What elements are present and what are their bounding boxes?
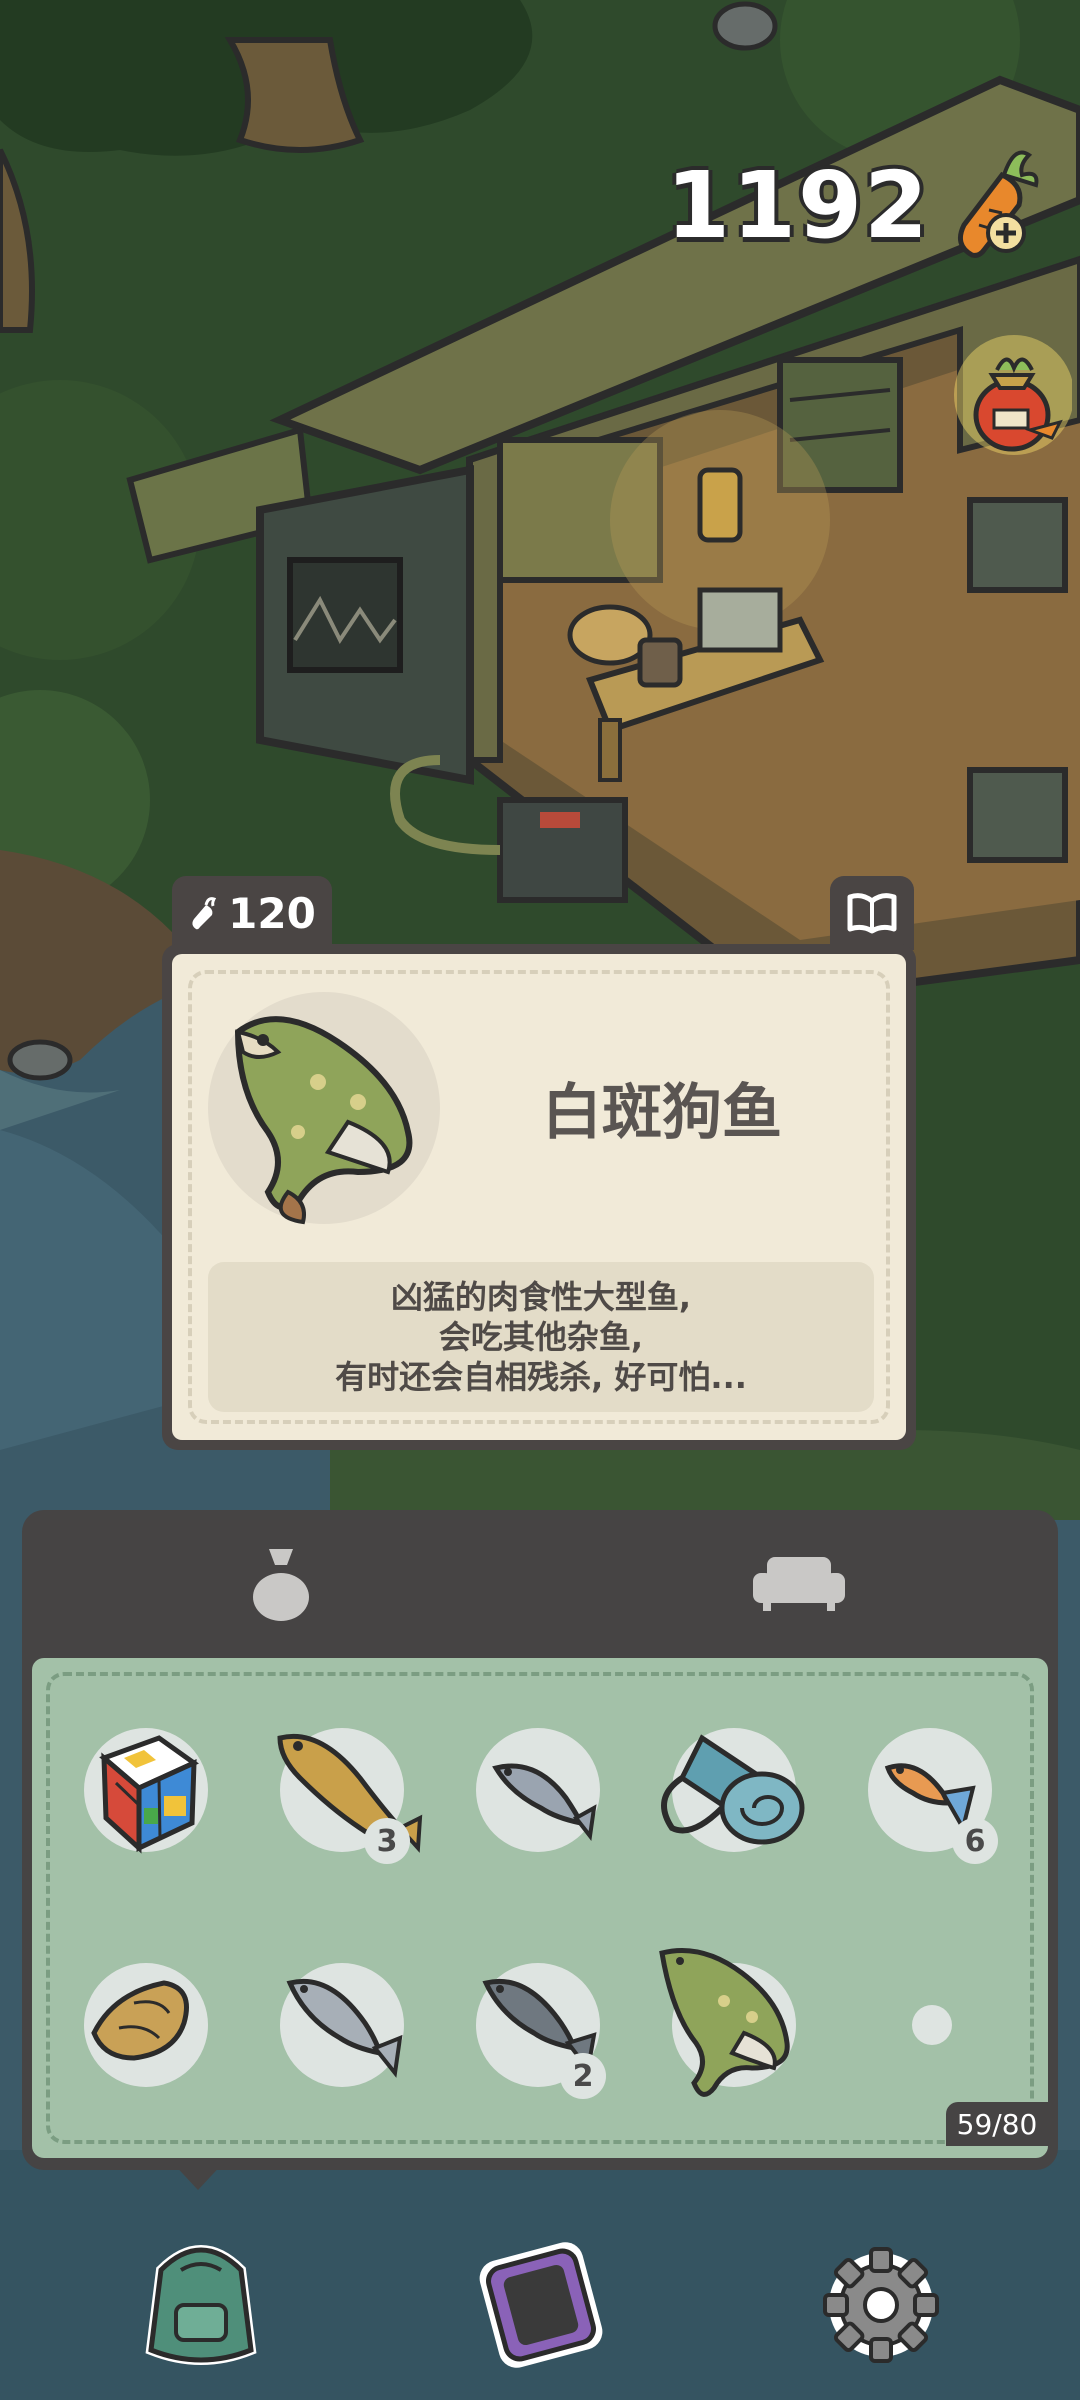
tab-pointer <box>170 2160 226 2190</box>
item-description: 凶猛的肉食性大型鱼, 会吃其他杂鱼, 有时还会自相残杀, 好可怕... <box>208 1262 874 1412</box>
currency-amount: 1192 <box>665 151 930 259</box>
phone-icon <box>479 2242 603 2368</box>
price-value: 120 <box>228 888 316 938</box>
item-portrait <box>208 992 440 1225</box>
description-line: 凶猛的肉食性大型鱼, <box>390 1278 692 1316</box>
description-line: 有时还会自相残杀, 好可怕... <box>335 1358 747 1396</box>
sleeping-mat-icon <box>661 1734 805 1845</box>
empty-slot-dot[interactable] <box>912 2005 952 2045</box>
tab-bag[interactable] <box>22 1510 540 1656</box>
inventory-tabs <box>22 1510 1058 1656</box>
backpack-button[interactable] <box>126 2230 276 2380</box>
item-count: 2 <box>560 2053 606 2099</box>
inventory-grid: 3 6 2 59/80 <box>32 1658 1048 2158</box>
carrot-plus-icon[interactable] <box>944 145 1040 265</box>
phone-button[interactable] <box>466 2230 616 2380</box>
carrot-icon <box>192 897 217 930</box>
price-tag: 120 <box>172 876 332 950</box>
inventory-slot[interactable] <box>476 1728 600 1852</box>
inventory-capacity: 59/80 <box>946 2102 1048 2146</box>
inventory-slot[interactable] <box>280 1963 404 2087</box>
small-fish-icon <box>492 1763 597 1841</box>
inventory-slot[interactable]: 6 <box>868 1728 998 1864</box>
inventory-slot[interactable] <box>661 1728 805 1852</box>
gift-bag-icon[interactable] <box>952 330 1072 460</box>
bag-icon <box>253 1549 309 1621</box>
currency-counter[interactable]: 1192 <box>666 150 1040 260</box>
item-name: 白斑狗鱼 <box>542 1078 782 1148</box>
inventory-slot[interactable] <box>84 1963 208 2087</box>
silver-fish-icon <box>286 1978 403 2078</box>
shell-icon <box>91 1980 189 2061</box>
pike-icon <box>659 1948 790 2097</box>
guide-book-button[interactable] <box>830 876 914 950</box>
item-count: 6 <box>952 1818 998 1864</box>
book-icon <box>847 893 897 934</box>
inventory-slot[interactable]: 2 <box>476 1963 606 2099</box>
inventory-slot[interactable]: 3 <box>277 1728 423 1864</box>
sofa-icon <box>753 1557 845 1611</box>
item-info-card: 白斑狗鱼 凶猛的肉食性大型鱼, 会吃其他杂鱼, 有时还会自相残杀, 好可怕... <box>162 944 916 1450</box>
inventory-slot[interactable] <box>84 1728 208 1854</box>
tab-furniture[interactable] <box>540 1510 1058 1656</box>
settings-button[interactable] <box>806 2230 956 2380</box>
item-count: 3 <box>364 1818 410 1864</box>
inventory-slot-selected[interactable] <box>659 1948 796 2097</box>
inventory-panel: 3 6 2 59/80 <box>22 1510 1058 2170</box>
description-line: 会吃其他杂鱼, <box>438 1318 644 1356</box>
backpack-icon <box>145 2245 257 2365</box>
settings-gear-icon <box>823 2247 939 2363</box>
pike-icon <box>234 1016 413 1225</box>
rubiks-cube-icon <box>99 1735 199 1854</box>
